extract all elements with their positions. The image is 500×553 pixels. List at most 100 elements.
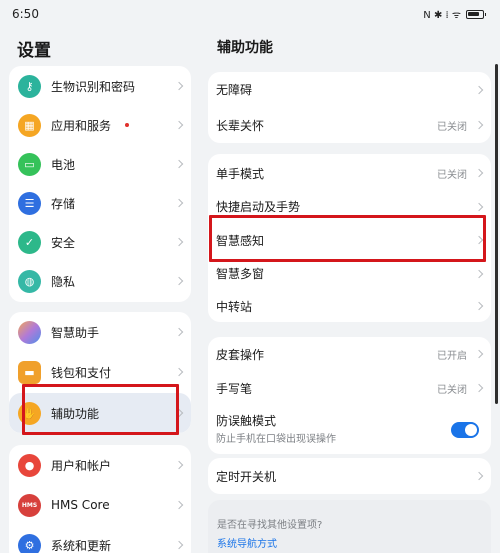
chevron-right-icon [474,168,484,178]
battery-icon: ▭ [18,152,41,176]
sidebar-item-label: 辅助功能 [51,406,100,421]
suggestion-question: 是否在寻找其他设置项? [217,520,323,531]
sidebar-item-label: 生物识别和密码 [51,79,136,94]
sidebar-item-label: 系统和更新 [51,538,112,553]
settings-group-3: ● 用户和帐户 HMS HMS Core ⚙ 系统和更新 [9,445,191,553]
status-bar: 6:50 N ✱ ⁞ ᯤ [0,0,500,28]
chevron-right-icon [174,237,184,247]
chevron-right-icon [474,269,484,278]
sidebar-item-privacy[interactable]: ◍ 隐私 [9,261,191,301]
sidebar-item-label: 安全 [51,235,76,250]
chevron-right-icon [174,120,184,130]
privacy-icon: ◍ [18,269,41,293]
row-label: 皮套操作 [216,347,265,362]
sidebar-item-security[interactable]: ✓ 安全 [9,222,191,262]
chevron-right-icon [474,120,484,130]
accessibility-group-3: 皮套操作 已开启 手写笔 已关闭 防误触模式 防止手机在口袋出现误操作 [208,337,491,454]
sidebar-item-hms-core[interactable]: HMS HMS Core [9,485,191,525]
chevron-right-icon [174,367,184,377]
row-label: 无障碍 [216,83,253,97]
row-label: 智慧多窗 [216,267,265,281]
page-title: 设置 [17,41,51,61]
row-shortcuts-gestures[interactable]: 快捷启动及手势 [208,190,491,223]
anti-mistouch-toggle[interactable] [451,421,479,438]
row-cover-operation[interactable]: 皮套操作 已开启 [208,337,491,371]
sidebar-item-label: 钱包和支付 [51,365,112,380]
scrollbar[interactable] [495,64,498,404]
sidebar-item-storage[interactable]: ☰ 存储 [9,183,191,223]
detail-title: 辅助功能 [217,40,273,56]
row-label: 智慧感知 [216,233,265,248]
chevron-right-icon [474,235,484,245]
row-scheduled-power[interactable]: 定时开关机 [208,458,491,494]
chevron-right-icon [474,202,484,211]
row-subtitle: 防止手机在口袋出现误操作 [216,434,336,445]
row-one-hand-mode[interactable]: 单手模式 已关闭 [208,156,491,190]
sidebar-item-apps[interactable]: ▦ 应用和服务 [9,105,191,145]
accessibility-group-1: 无障碍 长辈关怀 已关闭 [208,72,491,143]
user-icon: ● [18,453,41,477]
row-label: 手写笔 [216,381,253,396]
chevron-right-icon [474,383,484,393]
sidebar-item-label: HMS Core [51,498,110,512]
chevron-right-icon [174,540,184,550]
sidebar-item-label: 电池 [51,157,76,172]
sidebar-item-label: 智慧助手 [51,325,100,340]
chevron-right-icon [474,301,484,311]
sidebar-item-battery[interactable]: ▭ 电池 [9,144,191,184]
row-anti-mistouch[interactable]: 防误触模式 防止手机在口袋出现误操作 [208,405,491,454]
key-icon: ⚷ [18,74,41,98]
settings-group-1: ⚷ 生物识别和密码 ▦ 应用和服务 ▭ 电池 ☰ 存储 ✓ 安全 ◍ 隐私 [9,66,191,302]
hms-icon: HMS [18,493,41,517]
chevron-right-icon [474,471,484,481]
wallet-icon: ▬ [18,360,41,384]
row-label: 长辈关怀 [216,118,265,133]
row-stylus[interactable]: 手写笔 已关闭 [208,371,491,405]
row-value: 已关闭 [437,384,467,396]
accessibility-icon: ✋ [18,401,41,425]
sidebar-item-label: 用户和帐户 [51,458,112,473]
accessibility-group-4: 定时开关机 [208,458,491,494]
chevron-right-icon [174,408,184,418]
sidebar-item-label: 隐私 [51,274,76,289]
battery-icon [466,9,486,19]
chevron-right-icon [174,460,184,470]
row-transfer-station[interactable]: 中转站 [208,290,491,322]
row-label: 快捷启动及手势 [216,200,301,214]
notification-dot [125,123,129,127]
settings-group-2: 智慧助手 ▬ 钱包和支付 ✋ 辅助功能 [9,312,191,433]
chevron-right-icon [474,85,484,94]
status-time: 6:50 [12,7,39,21]
chevron-right-icon [174,276,184,286]
sidebar-item-system[interactable]: ⚙ 系统和更新 [9,525,191,553]
sidebar-item-accounts[interactable]: ● 用户和帐户 [9,445,191,485]
assistant-icon [18,320,41,344]
status-indicators: N ✱ ⁞ ᯤ [423,10,461,21]
row-label: 定时开关机 [216,469,277,484]
suggestion-link[interactable]: 系统导航方式 [217,535,277,550]
chevron-right-icon [174,500,184,510]
sidebar-item-label: 存储 [51,196,76,211]
row-label: 中转站 [216,299,253,314]
sidebar-item-label: 应用和服务 [51,118,112,133]
sidebar-item-assistant[interactable]: 智慧助手 [9,312,191,352]
row-value: 已关闭 [437,169,467,181]
sidebar-item-accessibility[interactable]: ✋ 辅助功能 [9,393,191,433]
row-barrier-free[interactable]: 无障碍 [208,72,491,107]
row-smart-multiwindow[interactable]: 智慧多窗 [208,257,491,290]
chevron-right-icon [474,349,484,359]
storage-icon: ☰ [18,191,41,215]
apps-icon: ▦ [18,113,41,137]
row-smart-perception[interactable]: 智慧感知 [208,223,491,257]
chevron-right-icon [174,327,184,337]
sidebar-item-wallet[interactable]: ▬ 钱包和支付 [9,352,191,392]
system-icon: ⚙ [18,533,41,553]
row-elder-care[interactable]: 长辈关怀 已关闭 [208,107,491,143]
row-label: 单手模式 [216,166,265,181]
sidebar-item-biometrics[interactable]: ⚷ 生物识别和密码 [9,66,191,106]
chevron-right-icon [174,159,184,169]
row-value: 已开启 [437,350,467,362]
status-icons: N ✱ ⁞ ᯤ [423,7,486,21]
chevron-right-icon [174,81,184,91]
accessibility-group-2: 单手模式 已关闭 快捷启动及手势 智慧感知 智慧多窗 中转站 [208,154,491,322]
